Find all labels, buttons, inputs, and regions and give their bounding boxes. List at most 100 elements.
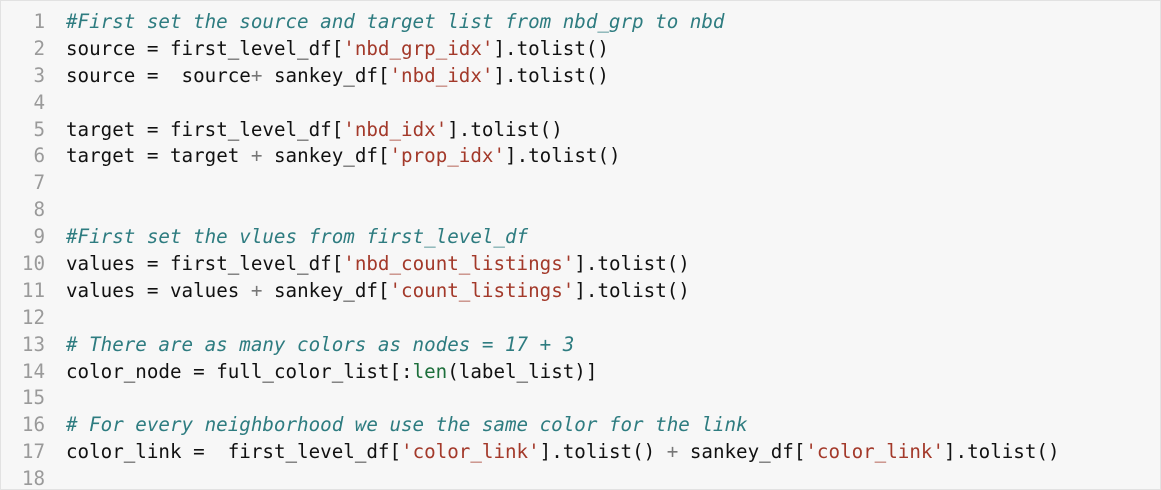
code-line[interactable]: 15: [1, 385, 1160, 412]
code-token: ].tolist(): [447, 117, 563, 141]
code-line[interactable]: 5 target = first_level_df['nbd_idx'].toli…: [1, 117, 1160, 144]
code-token: target: [66, 117, 147, 141]
line-code: #First set the source and target list fr…: [45, 9, 724, 36]
line-number: 13: [21, 332, 45, 356]
code-comment: # There are as many colors as nodes = 17…: [66, 332, 575, 356]
code-token: full_color_list[:: [204, 359, 413, 383]
code-lines: 1 #First set the source and target list f…: [1, 9, 1160, 490]
line-number: 12: [21, 305, 45, 329]
line-number: 3: [33, 63, 45, 87]
code-string: 'count_listings': [389, 278, 575, 302]
code-token: values: [66, 252, 147, 276]
code-line[interactable]: 4: [1, 90, 1160, 117]
line-number: 10: [21, 252, 45, 276]
code-line[interactable]: 16 # For every neighborhood we use the sa…: [1, 412, 1160, 439]
line-number: 1: [33, 10, 45, 33]
code-line[interactable]: 18: [1, 466, 1160, 490]
code-string: 'nbd_idx': [343, 117, 448, 141]
code-line[interactable]: 12: [1, 305, 1160, 332]
code-line[interactable]: 9 #First set the vlues from first_level_d…: [1, 224, 1160, 251]
code-token: source: [66, 63, 147, 87]
code-line[interactable]: 1 #First set the source and target list f…: [1, 9, 1160, 36]
code-token: values: [158, 278, 251, 302]
code-token: source: [158, 63, 251, 87]
code-token: first_level_df[: [158, 117, 344, 141]
line-code: #First set the vlues from first_level_df: [45, 224, 528, 251]
code-token: ].tolist(): [539, 440, 667, 464]
line-code: source = first_level_df['nbd_grp_idx'].t…: [45, 36, 609, 63]
line-number: 16: [21, 413, 45, 437]
code-token: ].tolist(): [493, 36, 609, 60]
line-number: 7: [33, 171, 45, 195]
code-token: =: [146, 63, 159, 87]
line-code: # For every neighborhood we use the same…: [45, 412, 748, 439]
code-token: first_level_df[: [158, 252, 344, 276]
code-comment: #First set the source and target list fr…: [66, 10, 725, 33]
code-token: =: [146, 36, 159, 60]
code-line[interactable]: 3 source = source+ sankey_df['nbd_idx'].t…: [1, 63, 1160, 90]
code-token: source: [66, 36, 147, 60]
code-token: +: [250, 278, 263, 302]
code-line[interactable]: 14 color_node = full_color_list[:len(labe…: [1, 359, 1160, 386]
code-token: len: [412, 359, 448, 383]
code-token: sankey_df[: [262, 144, 390, 168]
code-token: first_level_df[: [158, 36, 344, 60]
line-code: target = first_level_df['nbd_idx'].tolis…: [45, 117, 563, 144]
code-token: sankey_df[: [678, 440, 806, 464]
code-token: ].tolist(): [505, 144, 621, 168]
line-code: # There are as many colors as nodes = 17…: [45, 332, 574, 359]
code-line[interactable]: 10 values = first_level_df['nbd_count_lis…: [1, 251, 1160, 278]
code-token: ].tolist(): [574, 252, 690, 276]
code-token: target: [66, 144, 147, 168]
line-number: 8: [33, 198, 45, 222]
code-line[interactable]: 11 values = values + sankey_df['count_lis…: [1, 278, 1160, 305]
code-token: ].tolist(): [944, 440, 1060, 464]
code-line[interactable]: 13 # There are as many colors as nodes = …: [1, 332, 1160, 359]
code-editor[interactable]: 1 #First set the source and target list f…: [0, 0, 1161, 490]
code-token: =: [146, 117, 159, 141]
code-string: 'nbd_count_listings': [343, 252, 575, 276]
line-number: 17: [21, 440, 45, 464]
line-code: source = source+ sankey_df['nbd_idx'].to…: [45, 63, 609, 90]
code-string: 'color_link': [401, 440, 540, 464]
line-number: 6: [33, 144, 45, 168]
line-number: 5: [33, 117, 45, 141]
line-number: 14: [21, 359, 45, 383]
code-token: =: [146, 144, 159, 168]
line-number: 18: [21, 467, 45, 490]
code-token: =: [193, 359, 205, 383]
line-code: values = values + sankey_df['count_listi…: [45, 278, 690, 305]
code-token: color_node: [66, 359, 194, 383]
code-token: (label_list)]: [447, 359, 598, 383]
code-string: 'color_link': [805, 440, 944, 464]
code-line[interactable]: 8: [1, 197, 1160, 224]
code-token: =: [193, 440, 205, 464]
line-code: target = target + sankey_df['prop_idx'].…: [45, 143, 621, 170]
code-token: =: [146, 278, 159, 302]
line-number: 4: [33, 90, 45, 114]
code-token: values: [66, 278, 147, 302]
code-string: 'nbd_idx': [389, 63, 494, 87]
code-string: 'prop_idx': [389, 144, 506, 168]
code-token: =: [146, 252, 159, 276]
code-token: ].tolist(): [493, 63, 609, 87]
code-line[interactable]: 17 color_link = first_level_df['color_lin…: [1, 439, 1160, 466]
code-token: +: [666, 440, 679, 464]
code-token: first_level_df[: [204, 440, 402, 464]
line-number: 11: [21, 278, 45, 302]
code-token: color_link: [66, 440, 194, 464]
code-line[interactable]: 2 source = first_level_df['nbd_grp_idx'].…: [1, 36, 1160, 63]
code-line[interactable]: 6 target = target + sankey_df['prop_idx']…: [1, 143, 1160, 170]
code-token: sankey_df[: [262, 278, 390, 302]
line-code: color_link = first_level_df['color_link'…: [45, 439, 1060, 466]
code-token: sankey_df[: [262, 63, 390, 87]
code-line[interactable]: 7: [1, 170, 1160, 197]
code-token: target: [158, 144, 251, 168]
line-code: color_node = full_color_list[:len(label_…: [45, 359, 597, 386]
